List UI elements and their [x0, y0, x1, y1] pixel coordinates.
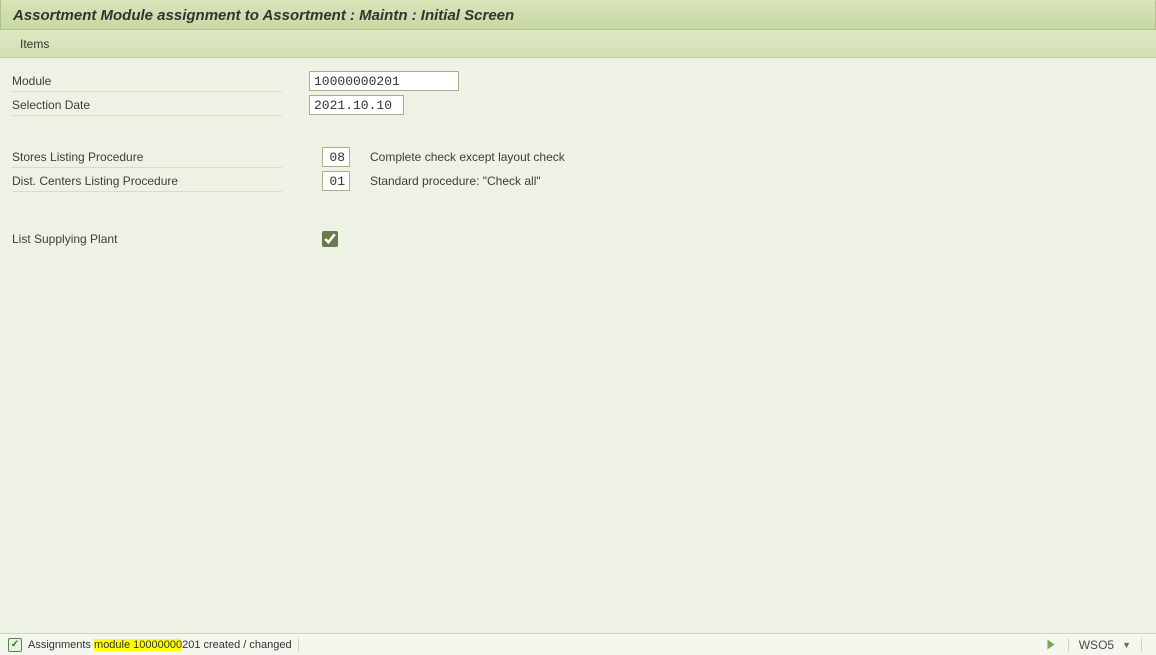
- status-right: WSO5 ▼: [1046, 638, 1148, 652]
- status-bar: ✓ Assignments module 10000000201 created…: [0, 633, 1156, 655]
- module-input[interactable]: [309, 71, 459, 91]
- chevron-down-icon[interactable]: ▼: [1122, 640, 1131, 650]
- title-bar: Assortment Module assignment to Assortme…: [0, 0, 1156, 30]
- status-divider-3: [1141, 638, 1142, 652]
- status-message: Assignments module 10000000201 created /…: [28, 639, 292, 651]
- status-divider: [298, 638, 299, 652]
- form-content: Module Selection Date Stores Listing Pro…: [0, 58, 1156, 250]
- dist-desc: Standard procedure: "Check all": [370, 174, 541, 188]
- toolbar: Items: [0, 30, 1156, 58]
- row-stores: Stores Listing Procedure Complete check …: [12, 146, 1144, 168]
- status-prefix: Assignments: [28, 639, 94, 651]
- label-list-supplying: List Supplying Plant: [12, 228, 282, 250]
- items-link[interactable]: Items: [20, 37, 49, 51]
- transaction-code[interactable]: WSO5: [1079, 638, 1114, 652]
- label-module: Module: [12, 70, 282, 92]
- status-divider-2: [1068, 638, 1069, 652]
- stores-desc: Complete check except layout check: [370, 150, 565, 164]
- label-selection-date: Selection Date: [12, 94, 282, 116]
- row-list-supplying: List Supplying Plant: [12, 228, 1144, 250]
- row-dist: Dist. Centers Listing Procedure Standard…: [12, 170, 1144, 192]
- dist-input[interactable]: [322, 171, 350, 191]
- label-stores: Stores Listing Procedure: [12, 146, 282, 168]
- page-title: Assortment Module assignment to Assortme…: [13, 7, 514, 24]
- label-dist: Dist. Centers Listing Procedure: [12, 170, 282, 192]
- status-suffix: 201 created / changed: [182, 639, 291, 651]
- selection-date-input[interactable]: [309, 95, 404, 115]
- list-supplying-checkbox[interactable]: [322, 231, 338, 247]
- status-success-icon: ✓: [8, 638, 22, 652]
- row-selection-date: Selection Date: [12, 94, 1144, 116]
- row-module: Module: [12, 70, 1144, 92]
- play-icon[interactable]: [1047, 640, 1054, 650]
- stores-input[interactable]: [322, 147, 350, 167]
- status-highlight: module 10000000: [94, 639, 182, 651]
